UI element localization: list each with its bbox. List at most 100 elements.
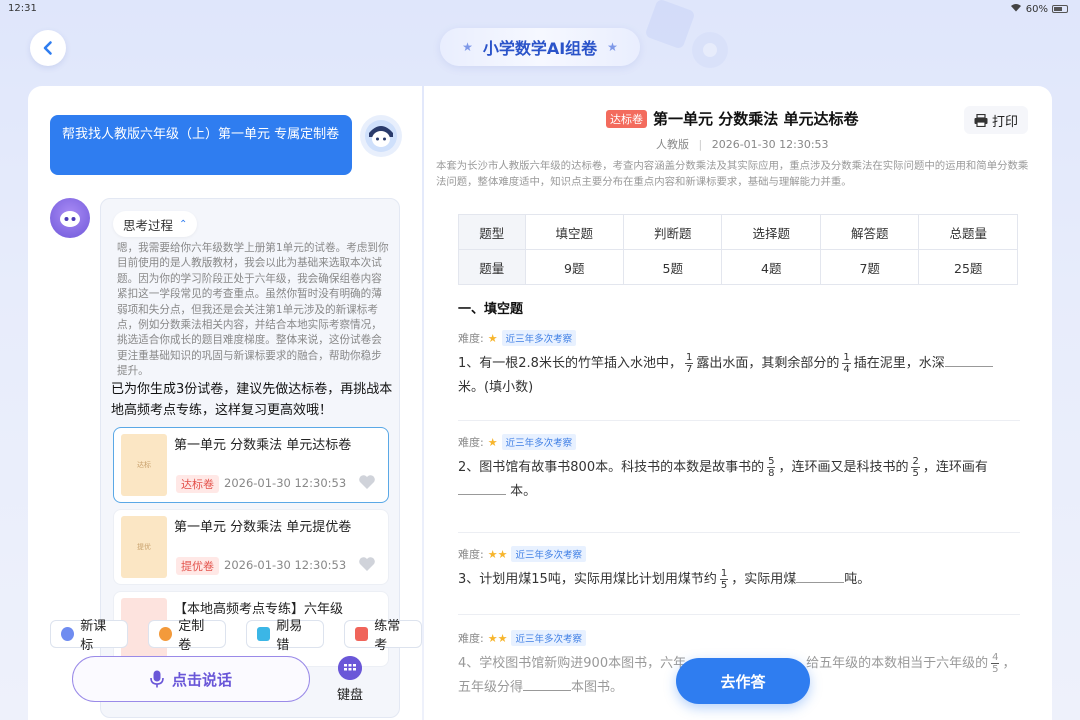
paper-meta: 人教版 | 2026-01-30 12:30:53 (656, 138, 829, 151)
voice-input-button[interactable]: 点击说话 (72, 656, 310, 702)
quick-action-label: 新课标 (80, 619, 107, 653)
paper-title: 第一单元 分数乘法 单元提优卷 (174, 520, 352, 535)
star-icon: ★ (462, 40, 473, 54)
hot-tag: 近三年多次考察 (511, 630, 586, 646)
heart-icon[interactable] (358, 556, 376, 572)
quick-action-new-curriculum[interactable]: 新课标 (50, 619, 128, 653)
difficulty-label: 难度: (458, 548, 484, 561)
answer-blank (523, 677, 572, 691)
paper-date: 2026-01-30 12:30:53 (711, 138, 829, 151)
answer-blank (458, 481, 506, 495)
quick-action-label: 刷易错 (276, 619, 303, 653)
table-cell: 选择题 (721, 214, 821, 250)
table-cell: 25题 (918, 249, 1018, 285)
quick-actions: 新课标 定制卷 刷易错 练常考 (50, 619, 422, 653)
battery-icon (1052, 5, 1068, 13)
microphone-icon (150, 670, 164, 688)
paper-thumbnail: 达标 (121, 434, 167, 496)
table-row: 题量 9题 5题 4题 7题 25题 (458, 249, 1018, 285)
paper-date: 2026-01-30 12:30:53 (224, 476, 347, 490)
wrong-mark-icon (257, 627, 271, 641)
difficulty-row: 难度: ★ 近三年多次考察 (458, 330, 1020, 346)
decorative-shapes (646, 0, 728, 68)
fraction: 15 (719, 568, 729, 591)
print-button[interactable]: 打印 (963, 106, 1028, 134)
battery-percent: 60% (1025, 3, 1048, 15)
page-title-pill: ★ 小学数学AI组卷 ★ (440, 28, 640, 66)
question-text: 3、计划用煤15吨，实际用煤比计划用煤节约 1 5 ，实际用煤 吨。 (458, 568, 871, 591)
fraction: 58 (767, 456, 776, 479)
divider (458, 532, 1020, 533)
star-rating: ★★ (487, 547, 508, 561)
list-icon (355, 627, 369, 641)
voice-label: 点击说话 (171, 670, 232, 689)
table-cell: 填空题 (524, 214, 625, 250)
page-title: 小学数学AI组卷 (482, 39, 598, 58)
difficulty-row: 难度: ★★ 近三年多次考察 (458, 630, 1020, 646)
chat-panel: 帮我找人教版六年级（上）第一单元 专属定制卷 思考过程 ⌃ 嗯，我需要给你六年级… (28, 86, 422, 720)
paper-title: 第一单元 分数乘法 单元达标卷 (174, 438, 352, 453)
difficulty-label: 难度: (458, 332, 484, 345)
paper-preview-panel: 达标卷 第一单元 分数乘法 单元达标卷 打印 人教版 | 2026-01-30 … (424, 86, 1052, 720)
keyboard-icon (338, 656, 362, 680)
divider (458, 614, 1020, 615)
heart-icon[interactable] (358, 474, 376, 490)
question-text: 1、有一根2.8米长的竹竿插入水池中， 1 7 露出水面，其剩余部分的 1 4 插在泥里，水… (458, 352, 1020, 400)
quick-action-custom-paper[interactable]: 定制卷 (148, 619, 226, 653)
difficulty-label: 难度: (458, 632, 484, 645)
table-cell: 题型 (458, 214, 526, 250)
hot-tag: 近三年多次考察 (511, 546, 586, 562)
fraction: 14 (842, 352, 851, 375)
quick-action-common[interactable]: 练常考 (344, 619, 422, 653)
paper-tag: 提优卷 (176, 557, 219, 575)
status-time: 12:31 (8, 3, 37, 14)
divider (458, 420, 1020, 421)
star-icon: ★ (607, 40, 618, 54)
badge-icon (159, 627, 173, 641)
back-button[interactable] (30, 30, 66, 66)
difficulty-row: 难度: ★★ 近三年多次考察 (458, 546, 1020, 562)
question-item: 难度: ★★ 近三年多次考察 3、计划用煤15吨，实际用煤比计划用煤节约 1 5 ，实… (458, 546, 1020, 592)
paper-type-badge: 达标卷 (606, 109, 647, 128)
keyboard-label: 键盘 (336, 688, 363, 703)
table-cell: 5题 (622, 249, 723, 285)
ai-avatar (50, 198, 90, 238)
ai-robot-icon (60, 211, 80, 227)
quick-action-label: 定制卷 (178, 619, 205, 653)
thinking-text: 嗯，我需要给你六年级数学上册第1单元的试卷。考虑到你目前使用的是人教版教材，我会… (117, 242, 389, 378)
keyboard-button[interactable]: 键盘 (334, 656, 366, 703)
quick-action-label: 练常考 (374, 619, 401, 653)
fraction: 17 (684, 352, 694, 375)
star-rating: ★ (487, 435, 498, 449)
question-item: 难度: ★ 近三年多次考察 1、有一根2.8米长的竹竿插入水池中， 1 7 露出水面，… (458, 330, 1020, 400)
status-right: 60% (1010, 3, 1068, 15)
question-stats-table: 题型 填空题 判断题 选择题 解答题 总题量 题量 9题 5题 4题 7题 25… (458, 214, 1018, 285)
table-cell: 解答题 (819, 214, 920, 250)
question-item: 难度: ★ 近三年多次考察 2、图书馆有故事书800本。科技书的本数是故事书的 5… (458, 434, 1020, 504)
quick-action-mistakes[interactable]: 刷易错 (246, 619, 324, 653)
difficulty-row: 难度: ★ 近三年多次考察 (458, 434, 1020, 450)
paper-card[interactable]: 达标 第一单元 分数乘法 单元达标卷 达标卷 2026-01-30 12:30:… (113, 427, 389, 503)
table-cell: 4题 (721, 249, 821, 285)
section-title: 一、填空题 (458, 302, 524, 317)
table-cell: 9题 (524, 249, 625, 285)
wifi-icon (1010, 3, 1022, 15)
thinking-toggle[interactable]: 思考过程 ⌃ (113, 211, 198, 237)
user-message-bubble: 帮我找人教版六年级（上）第一单元 专属定制卷 (50, 115, 352, 175)
paper-tag: 达标卷 (176, 475, 219, 493)
paper-description: 本套为长沙市人教版六年级的达标卷，考查内容涵盖分数乘法及其实际应用，重点涉及分数… (436, 160, 1029, 188)
table-cell: 判断题 (622, 214, 723, 250)
answer-text: 已为你生成3份试卷，建议先做达标卷，再挑战本地高频考点专练，这样复习更高效哦！ (111, 382, 393, 418)
fraction: 45 (991, 652, 1000, 675)
fraction: 25 (911, 456, 920, 479)
hot-tag: 近三年多次考察 (501, 434, 577, 450)
start-answer-button[interactable]: 去作答 (676, 658, 810, 704)
print-label: 打印 (991, 114, 1018, 130)
status-bar: 12:31 60% (0, 0, 1080, 18)
paper-card[interactable]: 提优 第一单元 分数乘法 单元提优卷 提优卷 2026-01-30 12:30:… (113, 509, 389, 585)
table-row: 题型 填空题 判断题 选择题 解答题 总题量 (458, 214, 1018, 250)
paper-title-heading: 第一单元 分数乘法 单元达标卷 (653, 110, 859, 128)
answer-blank (796, 569, 845, 583)
shield-icon (61, 627, 75, 641)
thinking-label: 思考过程 (123, 217, 174, 233)
